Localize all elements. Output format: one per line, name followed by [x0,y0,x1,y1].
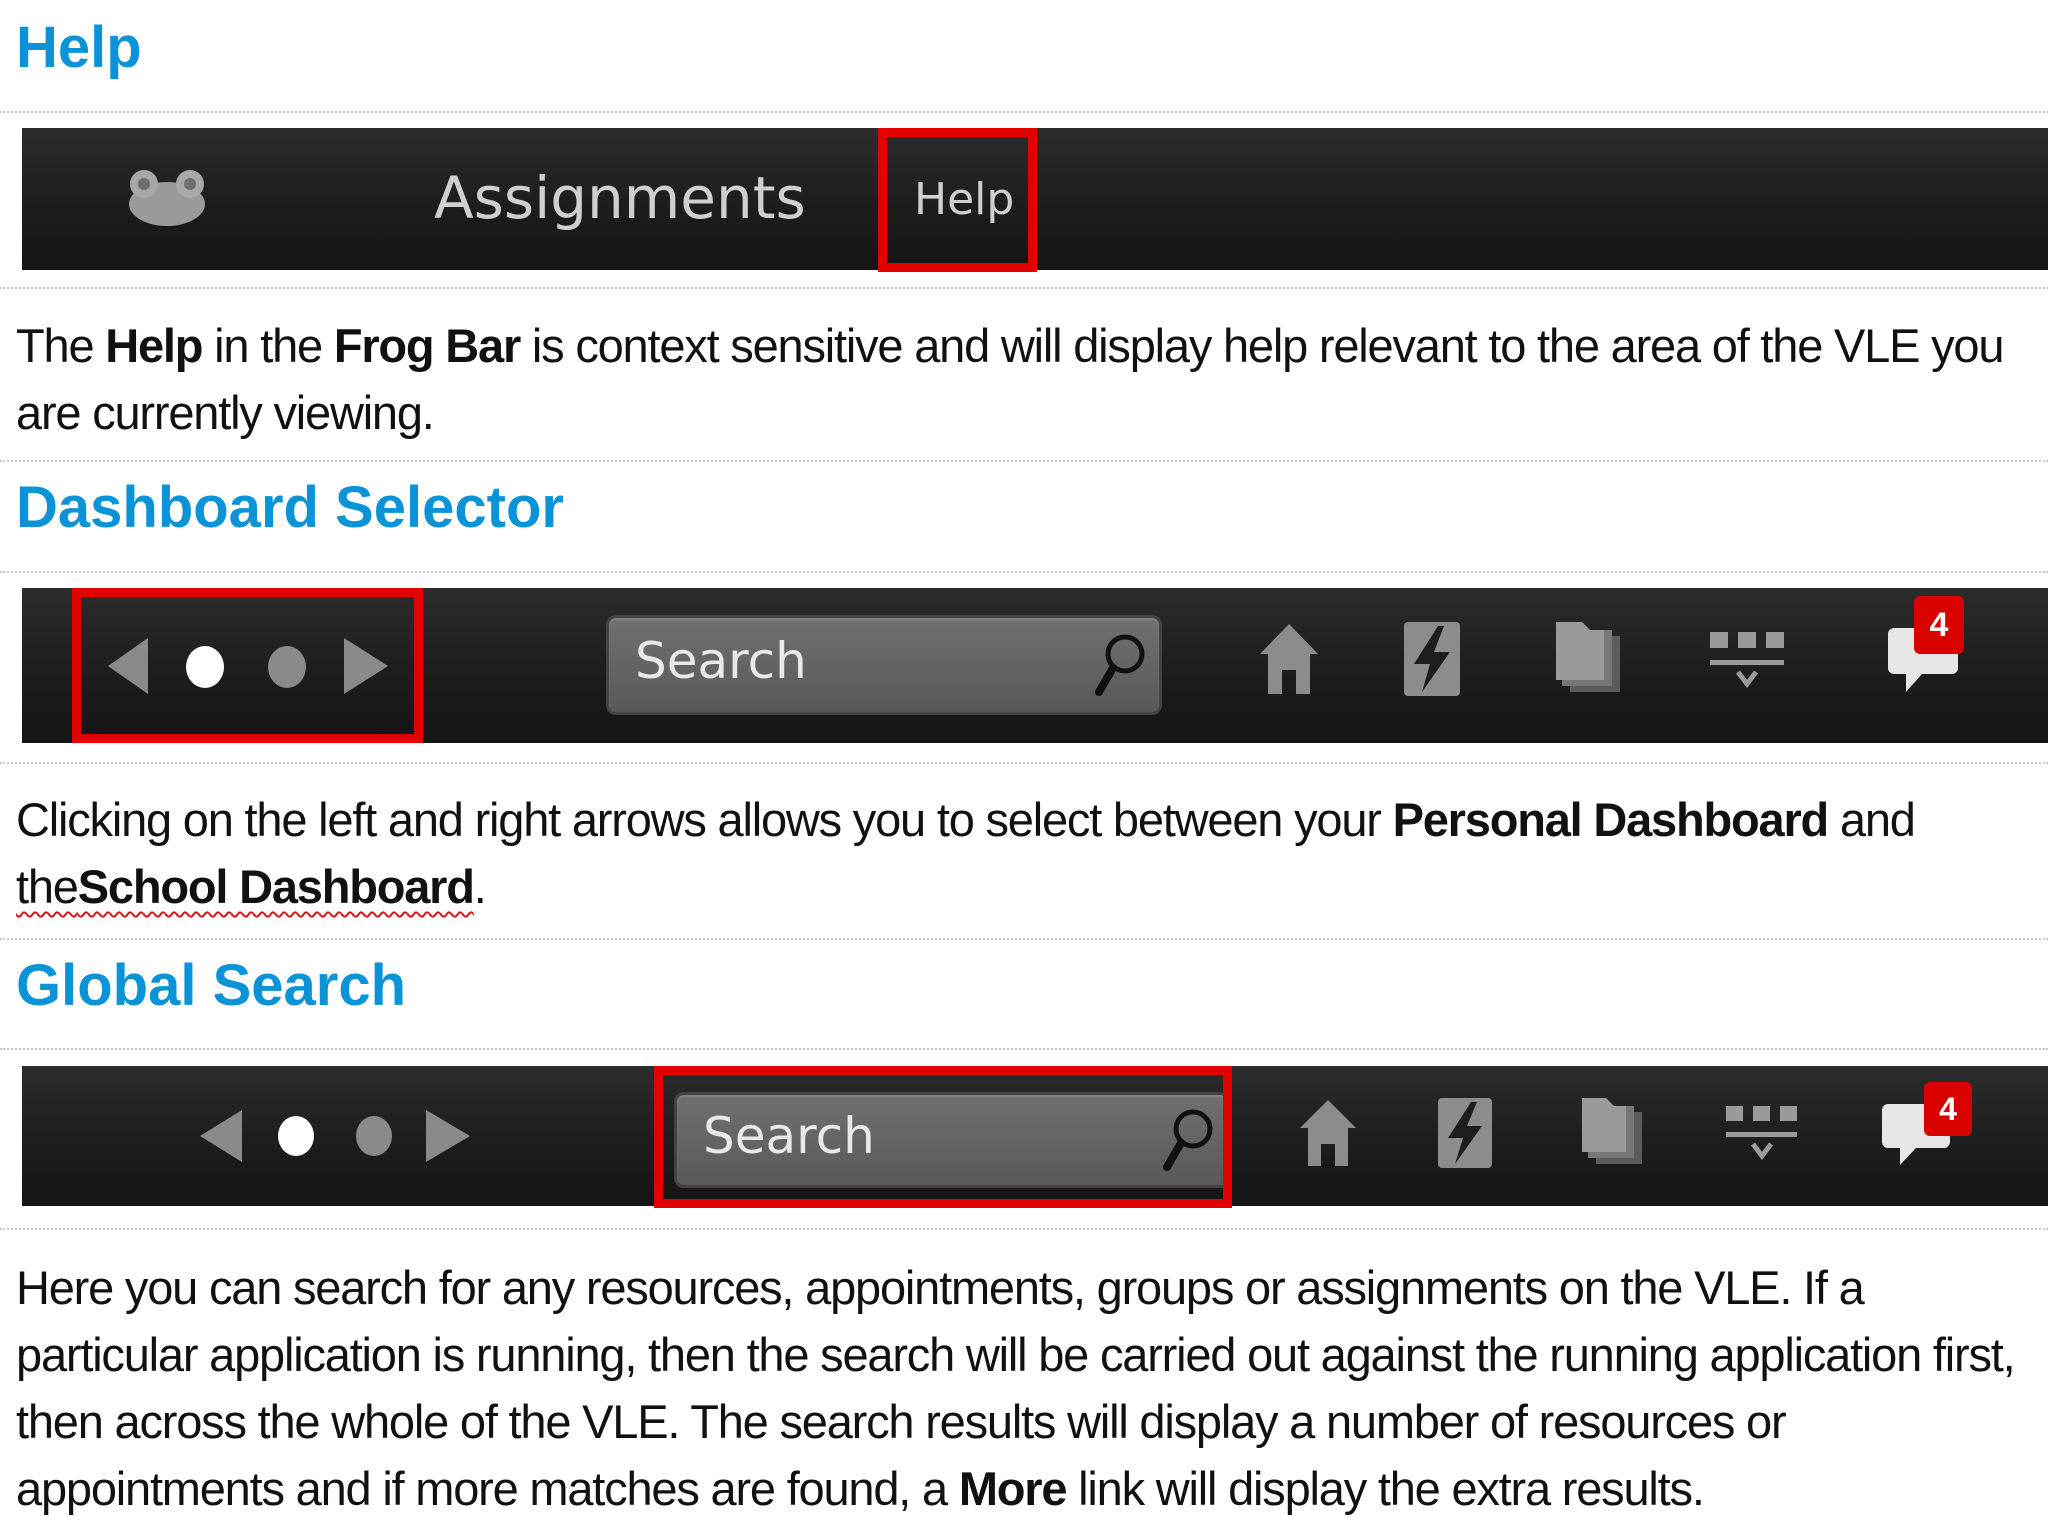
search-description: Here you can search for any resources, a… [16,1261,2016,1515]
files-icon[interactable] [1582,1098,1644,1166]
highlight-global-search [654,1066,1232,1208]
divider [0,111,2048,113]
apps-icon[interactable] [1710,628,1790,694]
nav-assignments[interactable]: Assignments [434,164,806,232]
lightning-icon[interactable] [1438,1098,1492,1168]
notification-badge: 4 [1924,1082,1972,1136]
global-search-heading: Global Search [16,953,407,1018]
search-icon[interactable] [1095,632,1145,698]
lightning-icon[interactable] [1404,622,1460,696]
search-input[interactable]: Search [606,615,1162,715]
files-icon[interactable] [1556,622,1622,694]
arrow-right-icon[interactable] [426,1110,470,1162]
highlight-dashboard-selector [72,588,423,743]
divider [0,460,2048,462]
dashboard-selector-heading: Dashboard Selector [16,475,564,540]
frog-logo-icon[interactable] [122,166,212,230]
highlight-help [878,128,1037,272]
home-icon[interactable] [1260,624,1318,694]
divider [0,1048,2048,1050]
arrow-left-icon[interactable] [200,1110,242,1162]
divider [0,1228,2048,1230]
dot-icon[interactable] [356,1116,392,1156]
help-heading: Help [16,15,142,80]
search-placeholder: Search [635,632,807,690]
divider [0,938,2048,940]
dot-active-icon[interactable] [278,1116,314,1156]
home-icon[interactable] [1300,1100,1356,1166]
apps-icon[interactable] [1726,1102,1802,1164]
divider [0,762,2048,764]
help-description: The Help in the Frog Bar is context sens… [16,319,2004,439]
dashboard-description: Clicking on the left and right arrows al… [16,793,1916,913]
divider [0,571,2048,573]
divider [0,287,2048,289]
notification-badge: 4 [1914,596,1964,654]
